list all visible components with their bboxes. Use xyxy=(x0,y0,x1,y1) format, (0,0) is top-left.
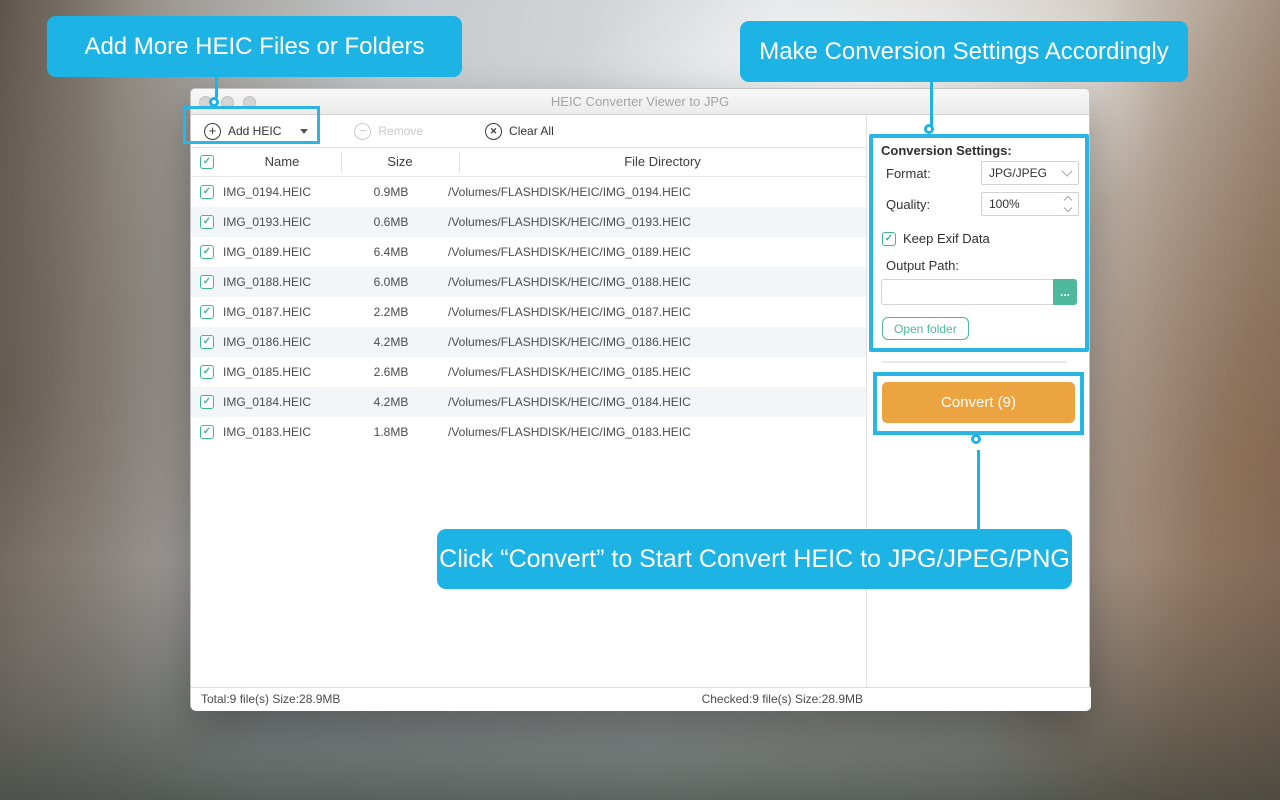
file-name: IMG_0194.HEIC xyxy=(223,185,312,199)
file-path: /Volumes/FLASHDISK/HEIC/IMG_0194.HEIC xyxy=(448,185,691,199)
clear-all-button[interactable]: Clear All xyxy=(485,122,554,140)
chevron-down-icon xyxy=(1063,203,1073,213)
table-row[interactable]: IMG_0189.HEIC 6.4MB /Volumes/FLASHDISK/H… xyxy=(191,237,866,267)
row-checkbox[interactable] xyxy=(200,365,214,379)
file-path: /Volumes/FLASHDISK/HEIC/IMG_0189.HEIC xyxy=(448,245,691,259)
row-checkbox[interactable] xyxy=(200,395,214,409)
table-row[interactable]: IMG_0193.HEIC 0.6MB /Volumes/FLASHDISK/H… xyxy=(191,207,866,237)
table-row[interactable]: IMG_0194.HEIC 0.9MB /Volumes/FLASHDISK/H… xyxy=(191,177,866,207)
file-path: /Volumes/FLASHDISK/HEIC/IMG_0188.HEIC xyxy=(448,275,691,289)
conversion-settings-panel: Conversion Settings: Format: JPG/JPEG Qu… xyxy=(869,134,1089,352)
row-checkbox[interactable] xyxy=(200,245,214,259)
callout-add-files: Add More HEIC Files or Folders xyxy=(47,16,462,77)
row-checkbox[interactable] xyxy=(200,185,214,199)
settings-heading: Conversion Settings: xyxy=(881,143,1012,158)
file-name: IMG_0193.HEIC xyxy=(223,215,312,229)
table-row[interactable]: IMG_0187.HEIC 2.2MB /Volumes/FLASHDISK/H… xyxy=(191,297,866,327)
table-row[interactable]: IMG_0184.HEIC 4.2MB /Volumes/FLASHDISK/H… xyxy=(191,387,866,417)
output-path-row: ... xyxy=(881,279,1077,305)
open-folder-button[interactable]: Open folder xyxy=(882,317,969,340)
callout-convert: Click “Convert” to Start Convert HEIC to… xyxy=(437,529,1072,589)
file-name: IMG_0185.HEIC xyxy=(223,365,312,379)
table-row[interactable]: IMG_0185.HEIC 2.6MB /Volumes/FLASHDISK/H… xyxy=(191,357,866,387)
add-heic-highlight-box xyxy=(183,106,320,144)
file-size: 6.4MB xyxy=(373,245,409,259)
clear-x-icon xyxy=(485,122,503,140)
file-path: /Volumes/FLASHDISK/HEIC/IMG_0185.HEIC xyxy=(448,365,691,379)
table-header: Name Size File Directory xyxy=(191,148,866,177)
stepper-icon[interactable] xyxy=(1063,195,1073,213)
convert-button[interactable]: Convert (9) xyxy=(882,382,1075,423)
file-size: 1.8MB xyxy=(373,425,409,439)
file-size: 0.9MB xyxy=(373,185,409,199)
table-row[interactable]: IMG_0186.HEIC 4.2MB /Volumes/FLASHDISK/H… xyxy=(191,327,866,357)
browse-button[interactable]: ... xyxy=(1053,279,1077,305)
quality-stepper[interactable]: 100% xyxy=(981,192,1079,216)
convert-highlight-box: Convert (9) xyxy=(873,372,1084,435)
app-window: HEIC Converter Viewer to JPG Add HEIC Re… xyxy=(190,88,1091,711)
quality-value: 100% xyxy=(989,197,1020,211)
file-path: /Volumes/FLASHDISK/HEIC/IMG_0186.HEIC xyxy=(448,335,691,349)
status-checked: Checked:9 file(s) Size:28.9MB xyxy=(701,692,863,706)
connector-circle xyxy=(971,434,981,444)
keep-exif-row: Keep Exif Data xyxy=(882,231,990,246)
row-checkbox[interactable] xyxy=(200,425,214,439)
status-total: Total:9 file(s) Size:28.9MB xyxy=(201,692,341,706)
file-size: 2.6MB xyxy=(373,365,409,379)
format-select[interactable]: JPG/JPEG xyxy=(981,161,1079,185)
format-value: JPG/JPEG xyxy=(989,166,1048,180)
connector-line xyxy=(930,82,933,126)
panel-divider xyxy=(866,115,867,687)
file-path: /Volumes/FLASHDISK/HEIC/IMG_0184.HEIC xyxy=(448,395,691,409)
file-size: 2.2MB xyxy=(373,305,409,319)
keep-exif-checkbox[interactable] xyxy=(882,231,896,246)
file-size: 6.0MB xyxy=(373,275,409,289)
file-path: /Volumes/FLASHDISK/HEIC/IMG_0187.HEIC xyxy=(448,305,691,319)
format-label: Format: xyxy=(886,166,931,181)
title-bar[interactable]: HEIC Converter Viewer to JPG xyxy=(191,89,1089,115)
connector-line xyxy=(215,77,218,98)
table-row[interactable]: IMG_0183.HEIC 1.8MB /Volumes/FLASHDISK/H… xyxy=(191,417,866,447)
column-divider xyxy=(459,152,460,173)
status-bar: Total:9 file(s) Size:28.9MB Checked:9 fi… xyxy=(191,687,1091,711)
connector-circle xyxy=(209,97,219,107)
remove-button[interactable]: Remove xyxy=(354,122,424,140)
output-path-input[interactable] xyxy=(881,279,1053,305)
file-name: IMG_0183.HEIC xyxy=(223,425,312,439)
file-size: 4.2MB xyxy=(373,395,409,409)
clear-all-label: Clear All xyxy=(509,124,554,138)
quality-label: Quality: xyxy=(886,197,931,212)
column-header-size[interactable]: Size xyxy=(341,148,459,176)
file-name: IMG_0186.HEIC xyxy=(223,335,312,349)
file-path: /Volumes/FLASHDISK/HEIC/IMG_0183.HEIC xyxy=(448,425,691,439)
chevron-down-icon xyxy=(1061,165,1073,177)
file-size: 4.2MB xyxy=(373,335,409,349)
file-list: IMG_0194.HEIC 0.9MB /Volumes/FLASHDISK/H… xyxy=(191,177,866,447)
file-name: IMG_0187.HEIC xyxy=(223,305,312,319)
column-header-name[interactable]: Name xyxy=(223,148,341,176)
remove-label: Remove xyxy=(378,124,424,138)
callout-conversion-settings: Make Conversion Settings Accordingly xyxy=(740,21,1188,82)
file-path: /Volumes/FLASHDISK/HEIC/IMG_0193.HEIC xyxy=(448,215,691,229)
column-divider xyxy=(341,152,342,173)
row-checkbox[interactable] xyxy=(200,215,214,229)
file-size: 0.6MB xyxy=(373,215,409,229)
keep-exif-label: Keep Exif Data xyxy=(903,231,990,246)
progress-bar xyxy=(881,361,1067,363)
table-row[interactable]: IMG_0188.HEIC 6.0MB /Volumes/FLASHDISK/H… xyxy=(191,267,866,297)
select-all-checkbox[interactable] xyxy=(200,155,214,169)
file-name: IMG_0188.HEIC xyxy=(223,275,312,289)
file-name: IMG_0184.HEIC xyxy=(223,395,312,409)
connector-line xyxy=(977,450,980,529)
connector-circle xyxy=(924,124,934,134)
column-header-directory[interactable]: File Directory xyxy=(459,148,866,176)
remove-minus-icon xyxy=(354,122,372,140)
output-path-label: Output Path: xyxy=(886,258,959,273)
row-checkbox[interactable] xyxy=(200,305,214,319)
window-title: HEIC Converter Viewer to JPG xyxy=(550,94,730,109)
row-checkbox[interactable] xyxy=(200,275,214,289)
row-checkbox[interactable] xyxy=(200,335,214,349)
file-name: IMG_0189.HEIC xyxy=(223,245,312,259)
